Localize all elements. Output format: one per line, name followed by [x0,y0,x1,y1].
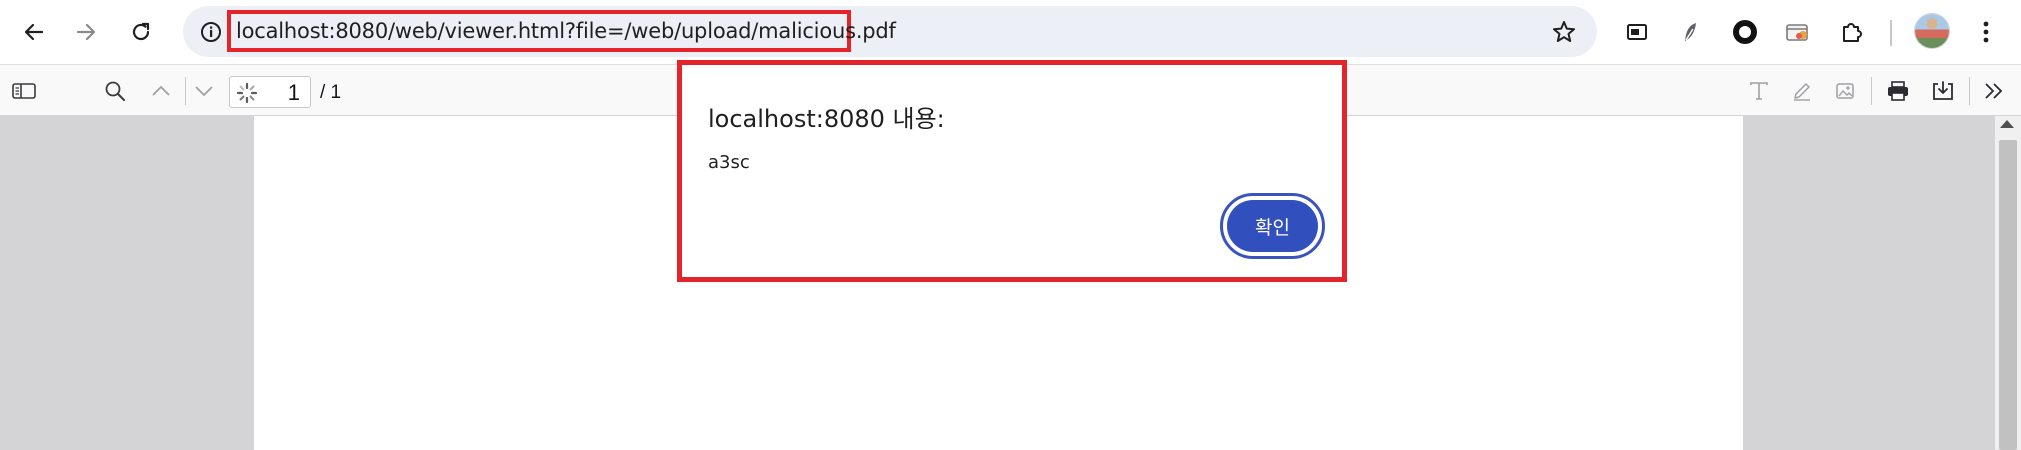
download-button[interactable] [1927,75,1959,107]
feather-extension-button[interactable] [1673,14,1709,50]
forward-button[interactable] [66,12,106,52]
search-icon [105,81,125,101]
scroll-up-arrow[interactable] [2000,120,2014,128]
circle-extension-icon [1733,20,1757,44]
reload-button[interactable] [121,12,161,52]
nav-divider [185,77,186,105]
confirm-focus-ring: 확인 [1220,193,1325,259]
text-tool-button[interactable] [1743,75,1775,107]
scroll-thumb[interactable] [1999,140,2017,450]
page-number-input[interactable]: 1 [229,76,311,108]
feather-extension-icon [1685,23,1696,41]
reload-icon [132,22,150,41]
url-text[interactable]: localhost:8080/web/viewer.html?file=/web… [236,19,896,43]
bookmark-button[interactable] [1549,17,1579,47]
alert-dialog: localhost:8080 내용: a3sc 확인 [677,60,1347,282]
sidebar-toggle-button[interactable] [8,75,40,107]
dialog-title: localhost:8080 내용: [708,105,945,133]
back-button[interactable] [14,12,54,52]
vertical-scrollbar[interactable] [1995,116,2021,450]
picture-in-picture-button[interactable] [1619,14,1655,50]
puzzle-icon [1843,23,1862,42]
image-tool-icon [1836,83,1854,99]
sidebar-toggle-icon [12,83,36,99]
draw-tool-icon [1794,83,1810,101]
text-tool-icon [1750,82,1768,100]
confirm-button[interactable]: 확인 [1227,200,1318,252]
loading-spinner-icon [236,82,258,104]
info-icon [201,22,221,42]
arrow-right-icon [76,23,96,41]
browser-toolbar: localhost:8080/web/viewer.html?file=/web… [0,0,2021,64]
arrow-left-icon [24,23,44,41]
draw-tool-button[interactable] [1786,75,1818,107]
browser-menu-button[interactable] [1968,14,2004,50]
page-count-label: / 1 [320,82,342,103]
more-tools-button[interactable] [1978,75,2010,107]
site-info-button[interactable] [197,18,225,46]
find-button[interactable] [99,75,131,107]
address-bar[interactable]: localhost:8080/web/viewer.html?file=/web… [183,6,1597,57]
print-icon [1888,81,1908,101]
next-page-button[interactable] [188,75,220,107]
previous-page-button[interactable] [145,75,177,107]
kebab-menu-icon [1983,21,1989,43]
star-icon [1553,21,1575,42]
more-divider [1969,77,1970,105]
download-icon [1933,81,1953,100]
double-chevron-right-icon [1985,83,2003,99]
profile-avatar[interactable] [1915,14,1949,48]
print-button[interactable] [1882,75,1914,107]
dialog-message: a3sc [708,152,750,173]
chevron-up-icon [152,85,170,96]
toolbar-divider [1890,20,1892,46]
page-number-value: 1 [287,80,300,105]
chevron-down-icon [195,86,213,97]
circle-extension-button[interactable] [1727,14,1763,50]
picture-in-picture-icon [1627,24,1647,40]
image-tool-button[interactable] [1829,75,1861,107]
extensions-button[interactable] [1834,14,1870,50]
tools-divider [1871,77,1872,105]
tab-groups-button[interactable] [1780,14,1816,50]
tab-groups-icon [1786,24,1808,41]
